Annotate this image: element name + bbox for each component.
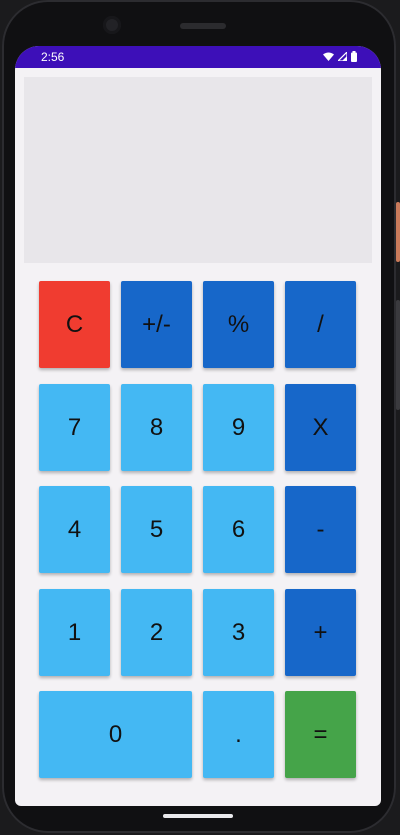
wifi-icon: [323, 52, 334, 61]
percent-button[interactable]: %: [203, 281, 274, 368]
subtract-button[interactable]: -: [285, 486, 356, 573]
digit-5-button[interactable]: 5: [121, 486, 192, 573]
home-gesture-handle[interactable]: [163, 814, 233, 818]
decimal-button[interactable]: .: [203, 691, 274, 778]
digit-2-button[interactable]: 2: [121, 589, 192, 676]
earpiece-speaker: [180, 23, 226, 29]
volume-button: [396, 300, 400, 410]
add-button[interactable]: +: [285, 589, 356, 676]
digit-6-button[interactable]: 6: [203, 486, 274, 573]
front-camera: [103, 16, 121, 34]
app-screen: 2:56 C +/- % / 7 8 9 X 4 5 6 - 1 2 3 + 0…: [15, 46, 381, 806]
digit-9-button[interactable]: 9: [203, 384, 274, 471]
divide-button[interactable]: /: [285, 281, 356, 368]
clear-button[interactable]: C: [39, 281, 110, 368]
battery-icon: [351, 51, 357, 62]
status-bar: 2:56: [15, 46, 381, 68]
calculator-display: [24, 77, 372, 263]
digit-4-button[interactable]: 4: [39, 486, 110, 573]
signal-icon: [338, 52, 347, 61]
equals-button[interactable]: =: [285, 691, 356, 778]
multiply-button[interactable]: X: [285, 384, 356, 471]
status-time: 2:56: [41, 50, 65, 64]
digit-8-button[interactable]: 8: [121, 384, 192, 471]
digit-0-button[interactable]: 0: [39, 691, 192, 778]
digit-3-button[interactable]: 3: [203, 589, 274, 676]
navigation-bar: [15, 806, 381, 826]
toggle-sign-button[interactable]: +/-: [121, 281, 192, 368]
digit-7-button[interactable]: 7: [39, 384, 110, 471]
status-icons: [323, 51, 357, 62]
power-button: [396, 202, 400, 262]
digit-1-button[interactable]: 1: [39, 589, 110, 676]
